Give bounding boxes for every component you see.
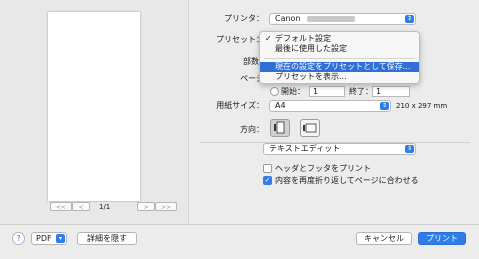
printer-label: プリンタ： (224, 14, 264, 23)
menu-item-save-preset[interactable]: 現在の設定をプリセットとして保存... (260, 62, 419, 72)
preset-menu[interactable]: ✓ デフォルト設定 最後に使用した設定 現在の設定をプリセットとして保存... … (259, 31, 420, 84)
checkmark-icon: ✓ (265, 34, 272, 43)
header-footer-label: ヘッダとフッタをプリント (275, 164, 371, 173)
pages-from-field[interactable]: 1 (309, 86, 345, 97)
first-page-button[interactable]: << (50, 202, 72, 211)
pages-to-field[interactable]: 1 (372, 86, 410, 97)
page-count: 1/1 (99, 203, 111, 211)
paper-dimensions: 210 x 297 mm (396, 102, 448, 110)
paper-size-value: A4 (275, 101, 286, 110)
printer-name: Canon (275, 14, 301, 23)
menu-item-last-used-settings[interactable]: 最後に使用した設定 (260, 44, 419, 54)
portrait-orientation-button[interactable] (270, 119, 290, 137)
landscape-orientation-icon (303, 123, 317, 133)
menu-item-show-presets[interactable]: プリセットを表示... (260, 72, 419, 82)
help-button[interactable]: ? (12, 232, 25, 245)
last-page-button[interactable]: >> (155, 202, 177, 211)
previous-page-button[interactable]: < (72, 202, 90, 211)
printer-popup[interactable]: Canon ⇕ (269, 13, 416, 25)
copies-label: 部数 (243, 57, 259, 66)
preset-label: プリセット： (216, 35, 264, 44)
next-page-button[interactable]: > (137, 202, 155, 211)
pages-to-label: 終了： (349, 87, 373, 96)
pages-from-label: 開始： (281, 87, 305, 96)
orientation-label: 方向： (240, 125, 264, 134)
hide-details-button[interactable]: 詳細を隠す (77, 232, 137, 245)
popup-arrows-icon: ⇕ (405, 15, 414, 23)
cancel-button[interactable]: キャンセル (356, 232, 412, 245)
paper-size-label: 用紙サイズ： (216, 101, 264, 110)
pages-range-radio[interactable] (270, 87, 279, 96)
app-settings-popup[interactable]: テキストエディット ⇕ (263, 143, 416, 155)
portrait-orientation-icon (274, 121, 285, 134)
paper-size-popup[interactable]: A4 ⇕ (269, 100, 391, 112)
menu-separator (264, 58, 415, 59)
pdf-menu-button[interactable]: PDF ▾ (31, 232, 67, 245)
rewrap-label: 内容を再度折り返してページに合わせる (275, 176, 419, 185)
checkmark-icon: ✓ (264, 176, 271, 184)
print-button[interactable]: プリント (418, 232, 466, 245)
menu-item-default-settings[interactable]: ✓ デフォルト設定 (260, 34, 419, 44)
popup-arrows-icon: ⇕ (405, 145, 414, 153)
printer-model-redacted (306, 15, 355, 22)
popup-arrows-icon: ⇕ (380, 102, 389, 110)
landscape-orientation-button[interactable] (300, 119, 320, 137)
chevron-down-icon: ▾ (56, 234, 65, 243)
header-footer-checkbox[interactable] (263, 164, 272, 173)
app-settings-value: テキストエディット (269, 144, 341, 153)
page-preview (48, 12, 140, 201)
rewrap-checkbox[interactable]: ✓ (263, 176, 272, 185)
